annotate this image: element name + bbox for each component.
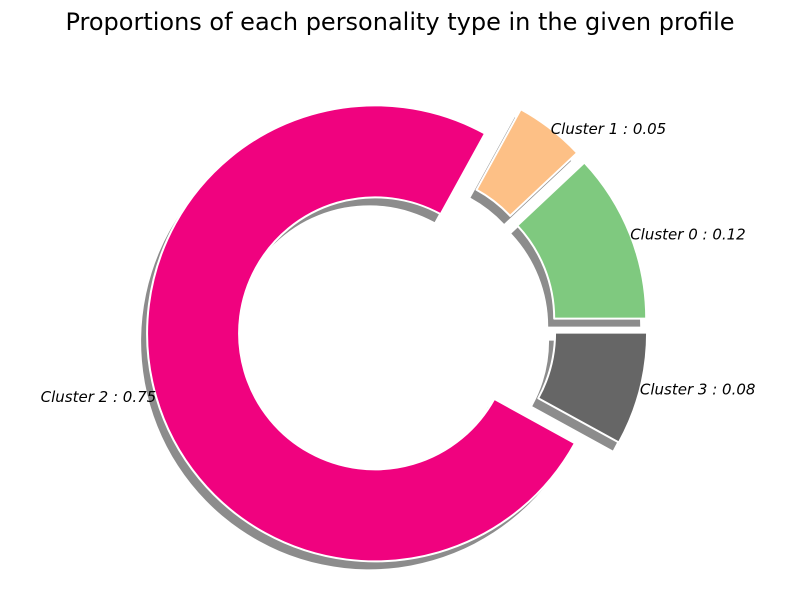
slice-layer: [146, 104, 649, 563]
cluster-3-label: Cluster 3 : 0.08: [640, 380, 756, 398]
donut-chart: Cluster 0 : 0.12 Cluster 1 : 0.05 Cluster …: [41, 104, 756, 570]
cluster-1-label: Cluster 1 : 0.05: [551, 120, 667, 138]
cluster-3-slice: [537, 331, 649, 444]
cluster-2-label: Cluster 2 : 0.75: [41, 388, 157, 406]
cluster-0-label: Cluster 0 : 0.12: [630, 226, 746, 244]
